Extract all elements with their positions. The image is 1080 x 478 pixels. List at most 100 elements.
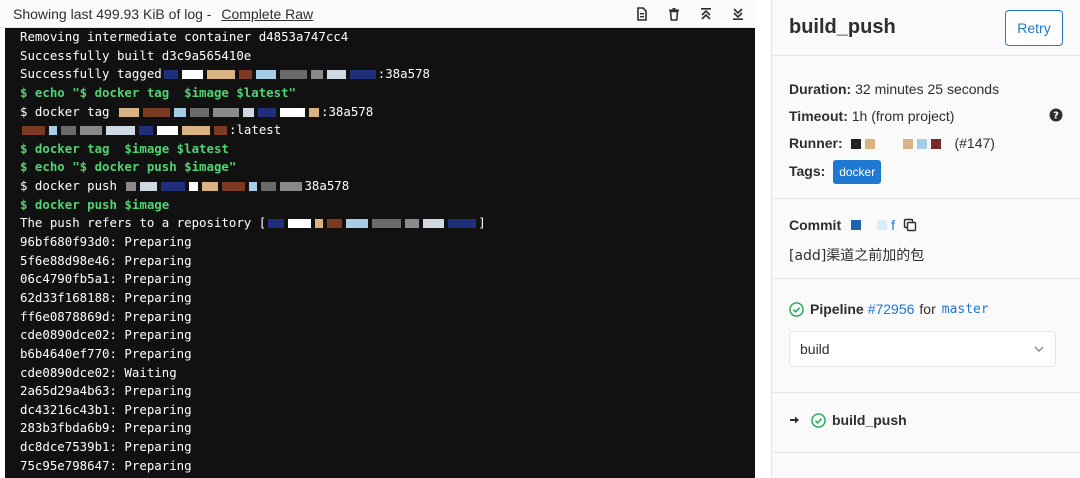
duration-value: 32 minutes 25 seconds <box>855 81 1000 97</box>
commit-sha-link[interactable]: f <box>891 217 895 233</box>
pipeline-for-text: for <box>919 301 936 317</box>
log-line: cde0890dce02: Waiting <box>5 364 755 383</box>
stage-dropdown[interactable]: build <box>789 331 1056 367</box>
chevron-down-icon <box>1034 346 1044 352</box>
log-line-text: cde0890dce02: Waiting <box>20 364 177 380</box>
log-line-text: 96bf680f93d0: Preparing <box>20 234 192 250</box>
commit-label: Commit <box>789 217 842 233</box>
branch-link[interactable]: master <box>942 302 989 317</box>
log-line-text: $ docker tag <box>20 103 117 119</box>
redacted-block <box>162 66 378 81</box>
duration-label: Duration: <box>789 81 852 97</box>
log-line-text: 75c95e798647: Preparing <box>20 457 192 473</box>
log-line: 283b3fbda6b9: Preparing <box>5 419 755 438</box>
log-line: dc43216c43b1: Preparing <box>5 401 755 420</box>
job-sidebar: build_push Retry Duration: 32 minutes 25… <box>771 0 1080 478</box>
log-controls <box>632 0 748 28</box>
success-check-icon <box>789 301 804 317</box>
pipeline-id-link[interactable]: #72956 <box>868 301 915 317</box>
timeout-row: Timeout: 1h (from project) ? <box>789 106 1063 126</box>
log-line-text: 5f6e88d98e46: Preparing <box>20 252 192 268</box>
log-line: b6b4640ef770: Preparing <box>5 345 755 364</box>
stage-selected: build <box>800 341 830 357</box>
job-title: build_push <box>789 16 896 38</box>
scroll-top-icon[interactable] <box>696 4 716 24</box>
log-line: 06c4790fb5a1: Preparing <box>5 270 755 289</box>
commit-message: [add]渠道之前加的包 <box>789 248 925 264</box>
log-size-text: Showing last 499.93 KiB of log - <box>13 5 216 22</box>
commit-block: Commit f [add]渠道之前加的包 <box>772 199 1080 279</box>
redacted-block <box>266 215 478 230</box>
log-line-text: ff6e0878869d: Preparing <box>20 308 192 324</box>
log-line-suffix: :38a578 <box>320 103 374 119</box>
log-line-text: $ docker push <box>20 178 125 194</box>
log-line: The push refers to a repository [] <box>5 214 755 233</box>
complete-raw-link[interactable]: Complete Raw <box>221 6 313 22</box>
tag-badge-docker: docker <box>833 160 882 184</box>
log-line: :latest <box>5 121 755 140</box>
commit-row: Commit f <box>789 217 1063 233</box>
log-line: Removing intermediate container d4853a74… <box>5 28 755 47</box>
log-line-text: 06c4790fb5a1: Preparing <box>20 271 192 287</box>
pipeline-label: Pipeline <box>810 301 864 317</box>
arrow-right-icon <box>790 416 799 424</box>
log-line: $ docker tag $image $latest <box>5 140 755 159</box>
job-log-pane: Showing last 499.93 KiB of log - Complet… <box>0 0 756 478</box>
log-line: $ docker tag :38a578 <box>5 103 755 122</box>
log-line: 5f6e88d98e46: Preparing <box>5 252 755 271</box>
log-line-text: cde0890dce02: Preparing <box>20 327 192 343</box>
log-line-text: b6b4640ef770: Preparing <box>20 345 192 361</box>
log-line: $ echo "$ docker push $image" <box>5 158 755 177</box>
redacted-block <box>124 178 304 193</box>
job-details: Duration: 32 minutes 25 seconds Timeout:… <box>772 63 1080 199</box>
sidebar-header: build_push Retry <box>772 0 1080 56</box>
log-line-text: 62d33f168188: Preparing <box>20 289 192 305</box>
runner-id[interactable]: (#147) <box>954 135 994 151</box>
log-line-text: $ docker tag $image $latest <box>20 140 229 156</box>
stage-jobs-list: build_push <box>772 393 1080 453</box>
scroll-bottom-icon[interactable] <box>728 4 748 24</box>
log-line-text: $ echo "$ docker tag $image $latest" <box>20 84 297 100</box>
log-line-suffix: 38a578 <box>304 178 350 194</box>
log-line: $ docker push $image <box>5 196 755 215</box>
log-line-suffix: :latest <box>229 122 282 138</box>
log-line-text: $ docker push $image <box>20 196 170 212</box>
duration-row: Duration: 32 minutes 25 seconds <box>789 79 1063 99</box>
job-item-label: build_push <box>832 412 907 428</box>
pipeline-row: Pipeline #72956 for master <box>789 301 1063 317</box>
erase-trash-icon[interactable] <box>664 4 684 24</box>
log-line-text: dc8dce7539b1: Preparing <box>20 439 192 455</box>
pipeline-block: Pipeline #72956 for master build <box>772 279 1080 393</box>
log-line-text: 2a65d29a4b63: Preparing <box>20 383 192 399</box>
retry-button[interactable]: Retry <box>1005 9 1063 46</box>
runner-row: Runner: (#147) <box>789 133 1063 153</box>
log-line-text: dc43216c43b1: Preparing <box>20 401 192 417</box>
raw-file-icon[interactable] <box>632 4 652 24</box>
timeout-value: 1h (from project) <box>851 108 955 124</box>
log-line: 75c95e798647: Preparing <box>5 457 755 476</box>
log-line-text: Successfully built d3c9a565410e <box>20 47 252 63</box>
runner-redacted <box>847 135 955 151</box>
log-line-suffix: :38a578 <box>377 66 430 82</box>
log-terminal[interactable]: Removing intermediate container d4853a74… <box>5 28 755 478</box>
log-line: 2a65d29a4b63: Preparing <box>5 382 755 401</box>
log-line: dc8dce7539b1: Preparing <box>5 438 755 457</box>
redacted-block <box>20 122 229 137</box>
log-line-suffix: ] <box>478 215 486 231</box>
log-line-text: $ echo "$ docker push $image" <box>20 159 237 175</box>
log-line: Successfully tagged:38a578 <box>5 65 755 84</box>
log-line-text: 283b3fbda6b9: Preparing <box>20 420 192 436</box>
log-line: $ echo "$ docker tag $image $latest" <box>5 84 755 103</box>
timeout-label: Timeout: <box>789 108 848 124</box>
commit-sha-redacted-2 <box>877 220 888 230</box>
log-topbar: Showing last 499.93 KiB of log - Complet… <box>0 0 756 28</box>
log-line: Successfully built d3c9a565410e <box>5 47 755 66</box>
success-check-icon <box>811 412 826 428</box>
copy-icon[interactable] <box>903 218 917 232</box>
log-line-text: Removing intermediate container d4853a74… <box>20 29 349 44</box>
runner-label: Runner: <box>789 135 843 151</box>
tags-row: Tags: docker <box>789 160 1063 184</box>
svg-text:?: ? <box>1053 111 1059 122</box>
job-item-build-push[interactable]: build_push <box>789 412 1063 428</box>
question-circle-icon[interactable]: ? <box>1049 108 1063 122</box>
